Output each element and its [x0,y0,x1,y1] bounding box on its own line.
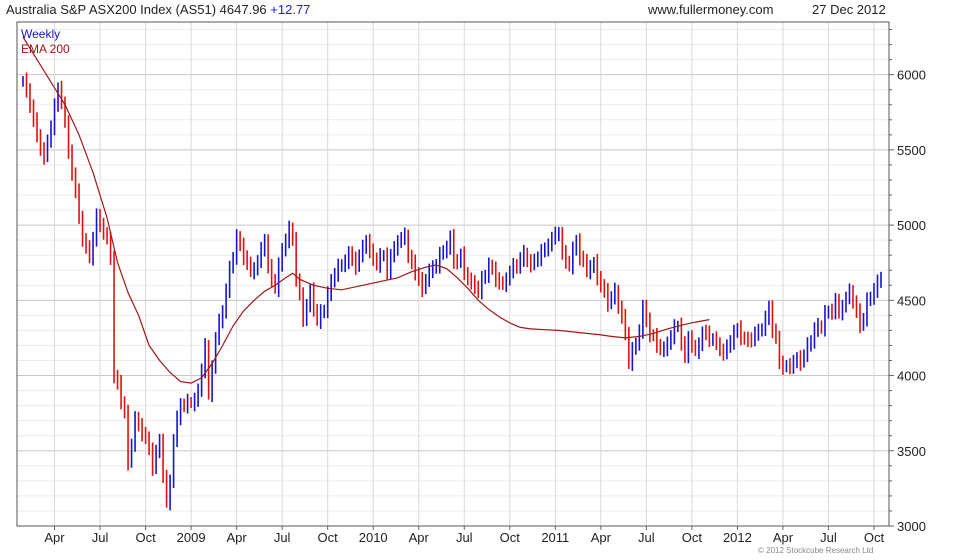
x-tick-label: Jul [456,530,473,545]
y-tick-label: 3500 [897,444,926,459]
x-tick-label: 2009 [177,530,206,545]
y-tick-label: 4500 [897,293,926,308]
x-tick-label: 2012 [723,530,752,545]
x-tick-label: Apr [773,530,794,545]
y-tick-label: 3000 [897,519,926,534]
x-tick-label: Jul [820,530,837,545]
x-tick-label: Apr [591,530,612,545]
legend-weekly: Weekly [21,27,60,41]
x-tick-label: Apr [409,530,430,545]
copyright-note: © 2012 Stockcube Research Ltd [758,546,874,555]
x-tick-label: Apr [44,530,65,545]
y-tick-label: 5000 [897,218,926,233]
x-tick-label: 2011 [541,530,569,545]
price-chart: 3000 3500 4000 4500 5000 5500 6000 Apr Jul Oct 200… [16,21,926,545]
legend-ema: EMA 200 [21,42,70,56]
x-tick-label: Oct [682,530,703,545]
x-tick-label: Jul [92,530,109,545]
y-tick-label: 4000 [897,369,926,384]
y-tick-label: 5500 [897,143,926,158]
x-tick-label: Oct [318,530,339,545]
x-tick-label: 2010 [359,530,388,545]
x-tick-label: Oct [864,530,885,545]
x-tick-label: Jul [638,530,655,545]
x-tick-label: Apr [227,530,248,545]
y-tick-label: 6000 [897,68,926,83]
x-tick-label: Oct [135,530,156,545]
x-tick-label: Oct [500,530,521,545]
x-tick-label: Jul [274,530,291,545]
